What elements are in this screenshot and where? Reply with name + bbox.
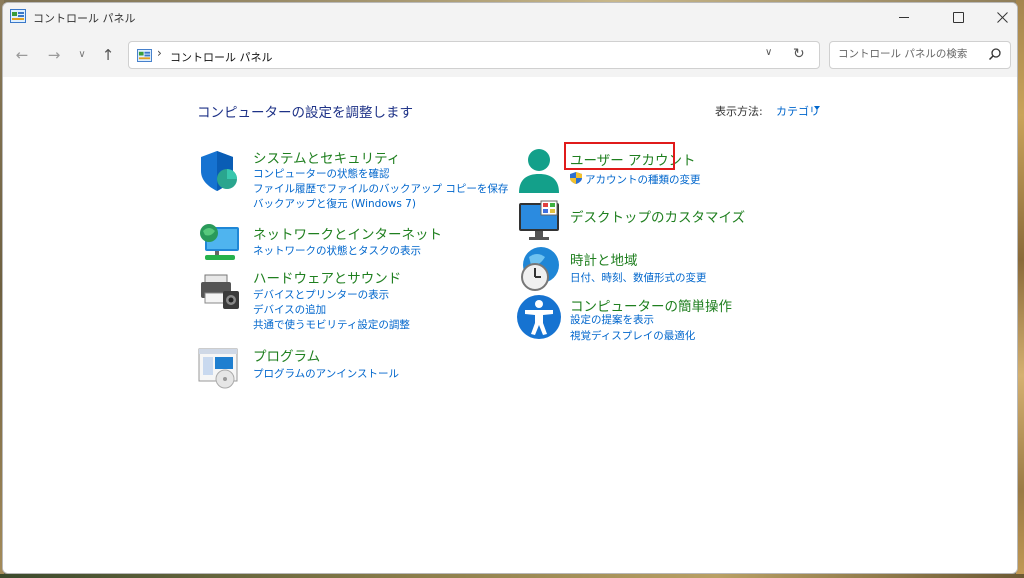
- refresh-icon: ↻: [793, 46, 805, 62]
- link-file-history-backup[interactable]: ファイル履歴でファイルのバックアップ コピーを保存: [253, 181, 508, 196]
- category-clock-region[interactable]: 時計と地域: [570, 249, 638, 269]
- category-hardware-sound[interactable]: ハードウェアとサウンド: [253, 267, 401, 287]
- address-bar[interactable]: › コントロール パネル ∨ ↻: [128, 41, 820, 69]
- control-panel-window: コントロール パネル ← → ∨ ↑ › コントロール パネル ∨ ↻ コントロ…: [2, 2, 1018, 574]
- minimize-icon: [899, 16, 909, 18]
- breadcrumb-control-panel[interactable]: コントロール パネル: [170, 49, 273, 65]
- up-icon: ↑: [101, 46, 115, 64]
- category-system-security[interactable]: システムとセキュリティ: [253, 147, 400, 167]
- link-backup-restore[interactable]: バックアップと復元 (Windows 7): [253, 196, 416, 211]
- up-button[interactable]: ↑: [97, 44, 119, 66]
- link-mobility-settings[interactable]: 共通で使うモビリティ設定の調整: [253, 317, 410, 332]
- control-panel-icon: [10, 9, 26, 23]
- link-suggest-settings[interactable]: 設定の提案を表示: [570, 312, 654, 327]
- view-by-label: 表示方法:: [715, 105, 763, 118]
- window-title: コントロール パネル: [33, 12, 136, 25]
- category-programs[interactable]: プログラム: [253, 345, 320, 365]
- link-check-computer-status[interactable]: コンピューターの状態を確認: [253, 166, 390, 181]
- forward-button[interactable]: →: [43, 44, 65, 66]
- back-icon: ←: [15, 46, 29, 64]
- control-panel-icon: [137, 49, 152, 62]
- forward-icon: →: [47, 46, 61, 64]
- desktop-background: [0, 574, 1024, 578]
- back-button[interactable]: ←: [11, 44, 33, 66]
- chevron-down-icon: ∨: [765, 47, 773, 58]
- search-input[interactable]: [836, 47, 985, 61]
- printer-icon[interactable]: [195, 267, 243, 315]
- link-devices-printers[interactable]: デバイスとプリンターの表示: [253, 287, 389, 302]
- monitor-icon[interactable]: [515, 197, 563, 245]
- maximize-icon: [952, 11, 964, 23]
- category-network-internet[interactable]: ネットワークとインターネット: [253, 223, 442, 243]
- minimize-button[interactable]: [881, 3, 927, 31]
- title-bar[interactable]: コントロール パネル: [3, 3, 1017, 31]
- link-change-account-type[interactable]: アカウントの種類の変更: [585, 172, 701, 187]
- link-date-time-format[interactable]: 日付、時刻、数値形式の変更: [570, 270, 707, 285]
- address-history-dropdown[interactable]: ∨: [765, 47, 772, 58]
- recent-icon: ∨: [78, 49, 86, 60]
- network-icon[interactable]: [195, 219, 243, 267]
- link-optimize-display[interactable]: 視覚ディスプレイの最適化: [570, 328, 695, 343]
- highlight-box: [564, 142, 675, 170]
- search-box[interactable]: [829, 41, 1011, 69]
- close-button[interactable]: [979, 3, 1017, 31]
- breadcrumb-separator[interactable]: ›: [157, 46, 162, 60]
- refresh-button[interactable]: ↻: [793, 46, 805, 62]
- user-icon[interactable]: [515, 147, 563, 195]
- search-icon[interactable]: [988, 47, 1002, 61]
- chevron-down-icon[interactable]: [814, 106, 820, 110]
- close-icon: [996, 11, 1008, 23]
- uac-shield-icon: [570, 172, 582, 184]
- navigation-bar: ← → ∨ ↑ › コントロール パネル ∨ ↻: [3, 31, 1017, 77]
- accessibility-icon[interactable]: [515, 293, 563, 341]
- link-add-device[interactable]: デバイスの追加: [253, 302, 326, 317]
- category-desktop-customization[interactable]: デスクトップのカスタマイズ: [570, 206, 745, 226]
- link-network-status[interactable]: ネットワークの状態とタスクの表示: [253, 243, 421, 258]
- maximize-button[interactable]: [935, 3, 981, 31]
- main-content: コンピューターの設定を調整します 表示方法: カテゴリ システムとセキュリティ …: [3, 77, 1017, 573]
- recent-locations-button[interactable]: ∨: [71, 44, 93, 66]
- page-title: コンピューターの設定を調整します: [197, 105, 413, 121]
- shield-icon[interactable]: [195, 147, 243, 195]
- programs-icon[interactable]: [195, 343, 243, 391]
- link-uninstall-program[interactable]: プログラムのアンインストール: [253, 366, 399, 381]
- clock-icon[interactable]: [515, 245, 563, 293]
